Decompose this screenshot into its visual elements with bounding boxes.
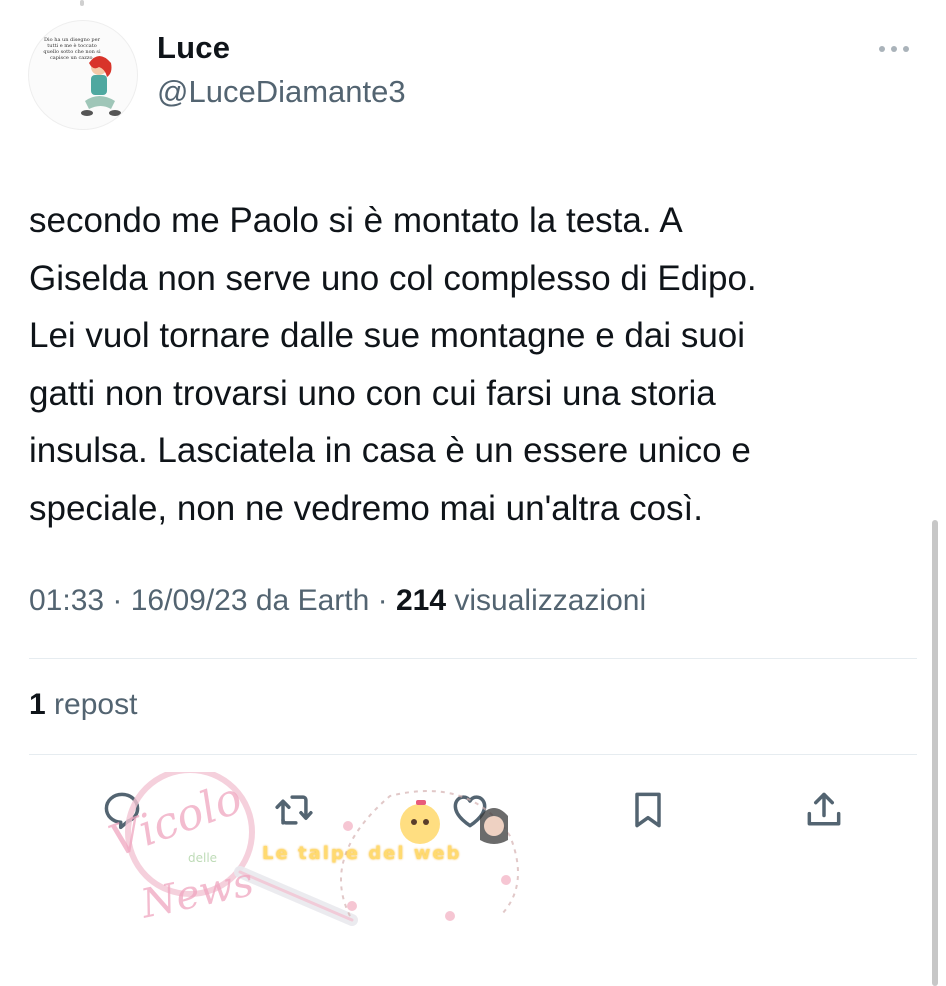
display-name[interactable]: Luce (157, 30, 230, 66)
svg-text:delle: delle (188, 851, 217, 865)
tweet-text: secondo me Paolo si è montato la testa. … (29, 201, 757, 528)
avatar-illustration (81, 56, 121, 116)
avatar[interactable]: Dio ha un disegno per tutti e me è tocca… (28, 20, 138, 130)
repost-stat[interactable]: 1 repost (29, 688, 137, 722)
bookmark-button[interactable] (624, 786, 672, 834)
tweet-date[interactable]: 16/09/23 (131, 584, 248, 617)
more-dots-icon (879, 46, 909, 52)
reply-button[interactable] (98, 786, 146, 834)
meta-separator: · (377, 584, 396, 617)
tweet-source: da Earth (255, 584, 370, 617)
repost-count: 1 (29, 688, 46, 721)
scrollbar[interactable] (932, 520, 938, 986)
divider (29, 754, 917, 755)
divider (29, 658, 917, 659)
top-edge-mark (80, 0, 84, 6)
watermark-text: Le talpe del web (262, 843, 462, 864)
views-label: visualizzazioni (454, 584, 647, 617)
tweet-time[interactable]: 01:33 (29, 584, 104, 617)
repost-label: repost (54, 688, 138, 721)
meta-separator: · (112, 584, 131, 617)
bookmark-icon (635, 792, 661, 828)
like-icon (453, 795, 487, 828)
views-count: 214 (395, 584, 447, 617)
svg-text:News: News (136, 859, 258, 928)
share-icon (807, 792, 841, 826)
repost-button[interactable] (270, 786, 318, 834)
reply-icon (104, 792, 140, 830)
user-handle[interactable]: @LuceDiamante3 (157, 74, 406, 110)
repost-icon (275, 795, 313, 825)
le-talpe-del-web-watermark-logo (340, 790, 519, 921)
like-button[interactable] (446, 786, 494, 834)
share-button[interactable] (800, 786, 848, 834)
more-options-button[interactable] (874, 34, 914, 64)
tweet-meta: 01:33 · 16/09/23 da Earth · 214 visualiz… (29, 584, 646, 618)
